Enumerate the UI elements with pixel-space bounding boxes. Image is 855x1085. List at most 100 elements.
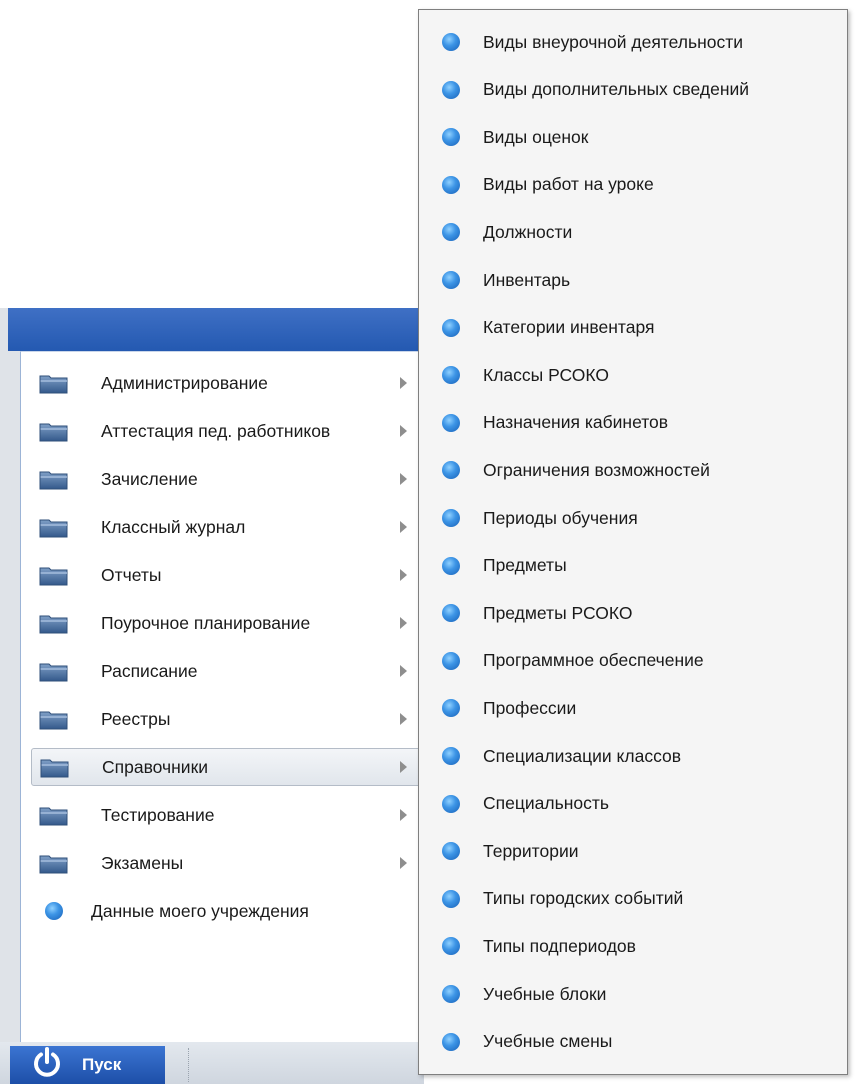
start-menu-item[interactable]: Аттестация пед. работников: [31, 412, 425, 450]
blue-dot-icon: [442, 223, 460, 242]
folder-icon: [39, 709, 69, 730]
start-menu-body: Администрирование Аттестация пед. работни…: [20, 351, 425, 1045]
submenu-item[interactable]: Виды оценок: [419, 119, 847, 155]
start-menu-item-label: Администрирование: [101, 372, 268, 393]
blue-dot-icon: [442, 651, 460, 670]
start-menu-item[interactable]: Справочники: [31, 748, 425, 786]
blue-dot-icon: [442, 699, 460, 718]
blue-dot-icon: [442, 366, 460, 385]
submenu-item-label: Назначения кабинетов: [483, 412, 669, 433]
submenu-item-label: Периоды обучения: [483, 507, 638, 528]
submenu-item-label: Виды внеурочной деятельности: [483, 31, 744, 52]
submenu-item[interactable]: Должности: [419, 214, 847, 250]
start-menu-item[interactable]: Экзамены: [31, 844, 425, 882]
blue-dot-icon: [442, 413, 460, 432]
folder-icon: [39, 853, 69, 874]
folder-icon: [39, 805, 69, 826]
submenu-item[interactable]: Периоды обучения: [419, 500, 847, 536]
submenu-item-label: Специализации классов: [483, 745, 682, 766]
folder-icon: [39, 373, 69, 394]
start-menu-item[interactable]: Реестры: [31, 700, 425, 738]
submenu-item[interactable]: Учебные блоки: [419, 976, 847, 1012]
submenu-item-label: Специальность: [483, 793, 609, 814]
start-menu-item-label: Расписание: [101, 660, 198, 681]
submenu-item-label: Учебные блоки: [483, 983, 607, 1004]
submenu-item-label: Виды оценок: [483, 126, 589, 147]
blue-dot-icon: [442, 318, 460, 337]
start-menu-item[interactable]: Данные моего учреждения: [31, 892, 425, 930]
submenu-item-label: Типы подпериодов: [483, 935, 636, 956]
submenu-item[interactable]: Предметы РСОКО: [419, 595, 847, 631]
submenu-arrow-icon: [400, 377, 407, 389]
submenu-item-label: Классы РСОКО: [483, 364, 610, 385]
submenu-item-label: Предметы: [483, 555, 567, 576]
submenu-arrow-icon: [400, 713, 407, 725]
start-menu-item[interactable]: Отчеты: [31, 556, 425, 594]
submenu-arrow-icon: [400, 809, 407, 821]
submenu-arrow-icon: [400, 761, 407, 773]
submenu-item[interactable]: Ограничения возможностей: [419, 452, 847, 488]
start-menu-item-label: Справочники: [102, 756, 209, 777]
submenu-item[interactable]: Виды дополнительных сведений: [419, 72, 847, 108]
start-menu-item[interactable]: Расписание: [31, 652, 425, 690]
submenu-item[interactable]: Типы городских событий: [419, 881, 847, 917]
submenu-item-label: Типы городских событий: [483, 888, 684, 909]
blue-dot-icon: [442, 747, 460, 765]
submenu-item[interactable]: Учебные смены: [419, 1024, 847, 1060]
submenu-item[interactable]: Назначения кабинетов: [419, 405, 847, 441]
submenu-item[interactable]: Программное обеспечение: [419, 643, 847, 679]
start-menu-item[interactable]: Тестирование: [31, 796, 425, 834]
folder-icon: [39, 517, 69, 538]
folder-icon: [39, 565, 69, 586]
start-menu-item[interactable]: Классный журнал: [31, 508, 425, 546]
start-menu-item-label: Реестры: [101, 708, 171, 729]
start-menu-item-label: Тестирование: [101, 804, 215, 825]
blue-dot-icon: [442, 271, 460, 289]
blue-dot-icon: [442, 128, 460, 147]
blue-dot-icon: [45, 902, 63, 920]
submenu-arrow-icon: [400, 857, 407, 869]
submenu-arrow-icon: [400, 569, 407, 581]
start-button[interactable]: Пуск: [10, 1046, 165, 1084]
submenu-item[interactable]: Специальность: [419, 786, 847, 822]
folder-icon: [39, 613, 69, 634]
folder-icon: [39, 661, 69, 682]
submenu-item-label: Профессии: [483, 697, 577, 718]
submenu-arrow-icon: [400, 617, 407, 629]
submenu-item[interactable]: Типы подпериодов: [419, 928, 847, 964]
submenu-arrow-icon: [400, 665, 407, 677]
submenu-arrow-icon: [400, 473, 407, 485]
power-icon: [30, 1046, 64, 1085]
start-menu-item[interactable]: Зачисление: [31, 460, 425, 498]
submenu-item[interactable]: Профессии: [419, 690, 847, 726]
submenu-item-label: Предметы РСОКО: [483, 602, 633, 623]
blue-dot-icon: [442, 889, 460, 908]
start-button-label: Пуск: [82, 1055, 122, 1074]
submenu-item-label: Виды дополнительных сведений: [483, 79, 750, 100]
blue-dot-icon: [442, 509, 460, 527]
start-menu-item-label: Поурочное планирование: [101, 612, 311, 633]
submenu-item[interactable]: Виды работ на уроке: [419, 167, 847, 203]
submenu-item[interactable]: Специализации классов: [419, 738, 847, 774]
taskbar: Пуск: [0, 1042, 424, 1084]
submenu-arrow-icon: [400, 521, 407, 533]
start-menu-item[interactable]: Администрирование: [31, 364, 425, 402]
submenu-spravochniki: Виды внеурочной деятельности Виды дополни…: [418, 9, 848, 1075]
submenu-item[interactable]: Категории инвентаря: [419, 310, 847, 346]
blue-dot-icon: [442, 937, 460, 956]
submenu-item[interactable]: Классы РСОКО: [419, 357, 847, 393]
start-menu-item[interactable]: Поурочное планирование: [31, 604, 425, 642]
blue-dot-icon: [442, 604, 460, 623]
blue-dot-icon: [442, 842, 460, 861]
submenu-item[interactable]: Инвентарь: [419, 262, 847, 298]
submenu-item[interactable]: Предметы: [419, 548, 847, 584]
blue-dot-icon: [442, 556, 460, 575]
blue-dot-icon: [442, 985, 460, 1003]
blue-dot-icon: [442, 175, 460, 194]
submenu-item-label: Территории: [483, 840, 579, 861]
submenu-item[interactable]: Виды внеурочной деятельности: [419, 24, 847, 60]
submenu-item[interactable]: Территории: [419, 833, 847, 869]
blue-dot-icon: [442, 33, 460, 51]
start-menu-item-label: Данные моего учреждения: [91, 900, 309, 921]
start-menu-item-label: Аттестация пед. работников: [101, 420, 331, 441]
